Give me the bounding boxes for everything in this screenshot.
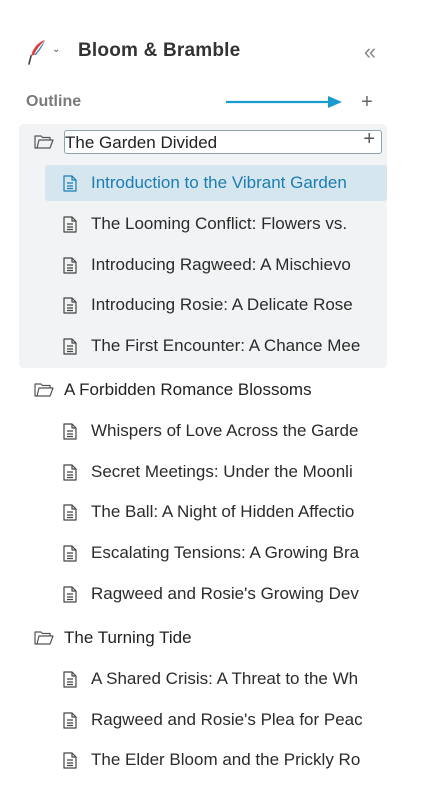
list-item[interactable]: The Ball: A Night of Hidden Affectio [0, 494, 428, 530]
list-item[interactable]: The First Encounter: A Chance Mee [0, 328, 428, 364]
list-item[interactable]: The Elder Bloom and the Prickly Ro [0, 742, 428, 778]
document-icon [63, 504, 77, 521]
collapse-sidebar-button[interactable]: « [356, 38, 384, 66]
quill-feather-icon[interactable] [26, 38, 48, 66]
chapter-title: The Turning Tide [64, 628, 192, 647]
list-item[interactable]: Introducing Rosie: A Delicate Rose [0, 287, 428, 323]
folder-open-icon [34, 383, 54, 397]
chapter-row[interactable]: The Garden Divided + [0, 126, 428, 160]
list-item[interactable]: Escalating Tensions: A Growing Bra [0, 535, 428, 571]
list-item[interactable]: Secret Meetings: Under the Moonli [0, 454, 428, 490]
outline-heading: Outline [26, 93, 82, 110]
list-item[interactable]: Introduction to the Vibrant Garden [0, 165, 428, 201]
list-item[interactable]: Introducing Ragweed: A Mischievo [0, 247, 428, 283]
document-icon [63, 586, 77, 603]
document-icon [63, 216, 77, 233]
item-label: Introducing Rosie: A Delicate Rose [91, 295, 353, 314]
document-icon [63, 257, 77, 274]
folder-open-icon [34, 135, 54, 149]
add-chapter-button[interactable]: + [356, 90, 378, 114]
sidebar-header: ⌄ Bloom & Bramble « [0, 0, 428, 90]
chapter-row[interactable]: A Forbidden Romance Blossoms [0, 374, 428, 408]
item-label: Introducing Ragweed: A Mischievo [91, 255, 351, 274]
chapter-title-input[interactable]: The Garden Divided + [64, 128, 382, 154]
item-label: The Elder Bloom and the Prickly Ro [91, 750, 361, 769]
chapter-title: A Forbidden Romance Blossoms [64, 380, 312, 399]
list-item[interactable]: Ragweed and Rosie's Growing Dev [0, 576, 428, 612]
document-icon [63, 752, 77, 769]
document-icon [63, 671, 77, 688]
document-icon [63, 423, 77, 440]
chapter-row[interactable]: The Turning Tide [0, 622, 428, 656]
item-label: Ragweed and Rosie's Growing Dev [91, 584, 359, 603]
item-label: The First Encounter: A Chance Mee [91, 336, 361, 355]
list-item[interactable]: Whispers of Love Across the Garde [0, 413, 428, 449]
document-icon [63, 464, 77, 481]
chapter-title: The Garden Divided [65, 133, 218, 152]
add-section-button[interactable]: + [363, 128, 375, 151]
item-label: Secret Meetings: Under the Moonli [91, 462, 353, 481]
chevron-down-icon[interactable]: ⌄ [52, 44, 60, 55]
item-label: A Shared Crisis: A Threat to the Wh [91, 669, 359, 688]
item-label: Escalating Tensions: A Growing Bra [91, 543, 360, 562]
item-label: Ragweed and Rosie's Plea for Peac [91, 710, 363, 729]
list-item[interactable]: A Shared Crisis: A Threat to the Wh [0, 661, 428, 697]
document-icon [63, 175, 77, 192]
app-title: Bloom & Bramble [78, 40, 241, 61]
item-label: The Ball: A Night of Hidden Affectio [91, 502, 355, 521]
arrow-right-icon [226, 96, 342, 108]
item-label: Introduction to the Vibrant Garden [91, 173, 347, 192]
list-item[interactable]: The Looming Conflict: Flowers vs. [0, 206, 428, 242]
document-icon [63, 297, 77, 314]
folder-open-icon [34, 631, 54, 645]
document-icon [63, 338, 77, 355]
list-item[interactable]: Ragweed and Rosie's Plea for Peac [0, 702, 428, 738]
item-label: Whispers of Love Across the Garde [91, 421, 359, 440]
item-label: The Looming Conflict: Flowers vs. [91, 214, 348, 233]
document-icon [63, 712, 77, 729]
document-icon [63, 545, 77, 562]
